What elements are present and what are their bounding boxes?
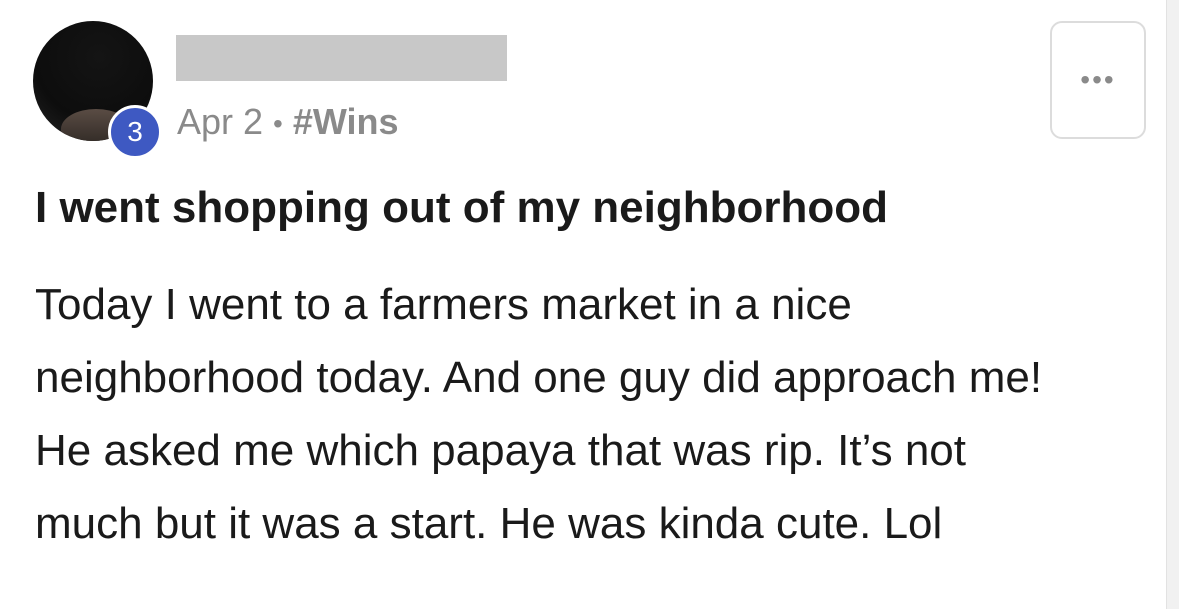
post-title: I went shopping out of my neighborhood bbox=[35, 183, 888, 232]
author-name-redacted bbox=[176, 35, 507, 81]
post-card: 3 Apr 2 • #Wins ••• I went shopping out of… bbox=[0, 0, 1167, 609]
post-date: Apr 2 bbox=[177, 101, 264, 142]
meta-separator: • bbox=[273, 108, 283, 140]
post-body-line: much but it was a start. He was kinda cu… bbox=[35, 499, 943, 548]
post-body-line: He asked me which papaya that was rip. I… bbox=[35, 426, 967, 475]
post-body-line: Today I went to a farmers market in a ni… bbox=[35, 280, 852, 329]
post-body-line: neighborhood today. And one guy did appr… bbox=[35, 353, 1043, 402]
scrollbar-track[interactable] bbox=[1166, 0, 1179, 609]
more-options-button[interactable]: ••• bbox=[1050, 21, 1146, 139]
avatar[interactable]: 3 bbox=[33, 21, 162, 159]
more-horizontal-icon: ••• bbox=[1080, 64, 1116, 95]
level-badge: 3 bbox=[108, 105, 162, 159]
post-body: Today I went to a farmers market in a ni… bbox=[35, 268, 1145, 560]
post-tag[interactable]: #Wins bbox=[293, 101, 399, 142]
post-meta: Apr 2 • #Wins bbox=[177, 100, 399, 146]
